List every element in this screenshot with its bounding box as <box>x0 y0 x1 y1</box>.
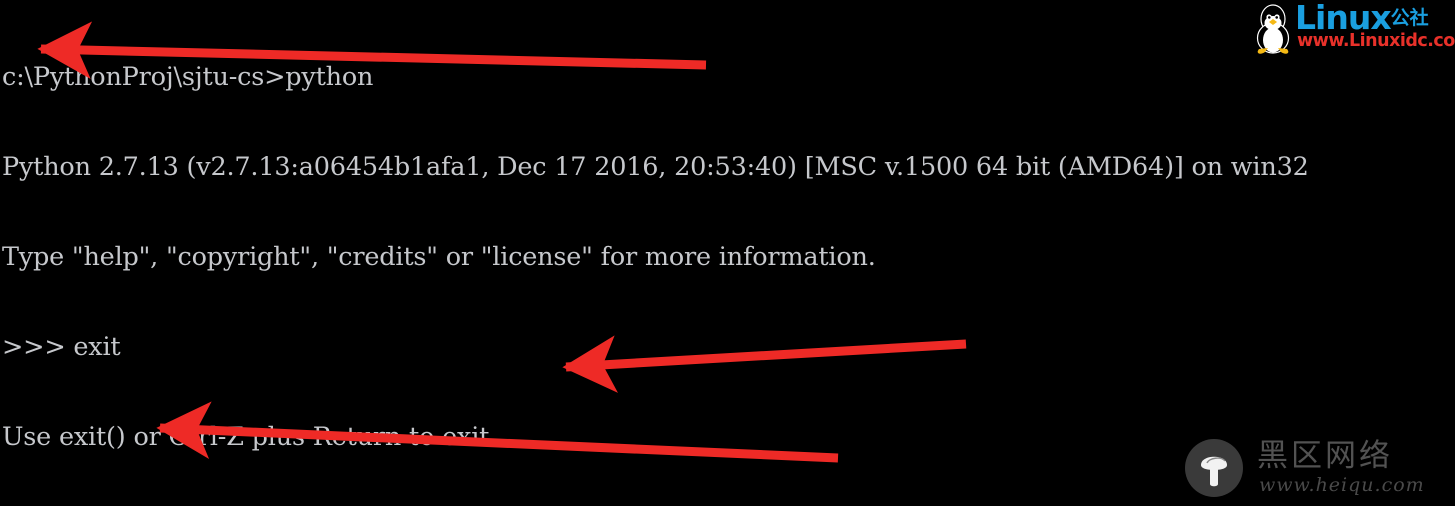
mushroom-glyph <box>1201 456 1227 487</box>
terminal-output[interactable]: c:\PythonProj\sjtu-cs>python Python 2.7.… <box>0 0 1455 506</box>
watermark-linuxidc: Linux公社 www.Linuxidc.com <box>1251 0 1455 56</box>
terminal-line: >>> exit <box>2 332 121 362</box>
terminal-line: Type "help", "copyright", "credits" or "… <box>2 242 876 272</box>
watermark-heiqu: 黑区网络 www.heiqu.com <box>1185 437 1447 501</box>
watermark-brand-cn: 黑区网络 <box>1257 438 1393 474</box>
penguin-icon <box>1256 4 1290 54</box>
watermark-brand: Linux公社 <box>1295 1 1429 35</box>
watermark-url: www.heiqu.com <box>1259 474 1425 496</box>
terminal-line: c:\PythonProj\sjtu-cs>python <box>2 62 374 92</box>
terminal-window: c:\PythonProj\sjtu-cs>python Python 2.7.… <box>0 0 1455 506</box>
watermark-url: www.Linuxidc.com <box>1297 31 1455 51</box>
watermark-brand-cn: 公社 <box>1390 7 1429 29</box>
mushroom-icon <box>1185 439 1243 497</box>
terminal-line: Python 2.7.13 (v2.7.13:a06454b1afa1, Dec… <box>2 152 1309 182</box>
